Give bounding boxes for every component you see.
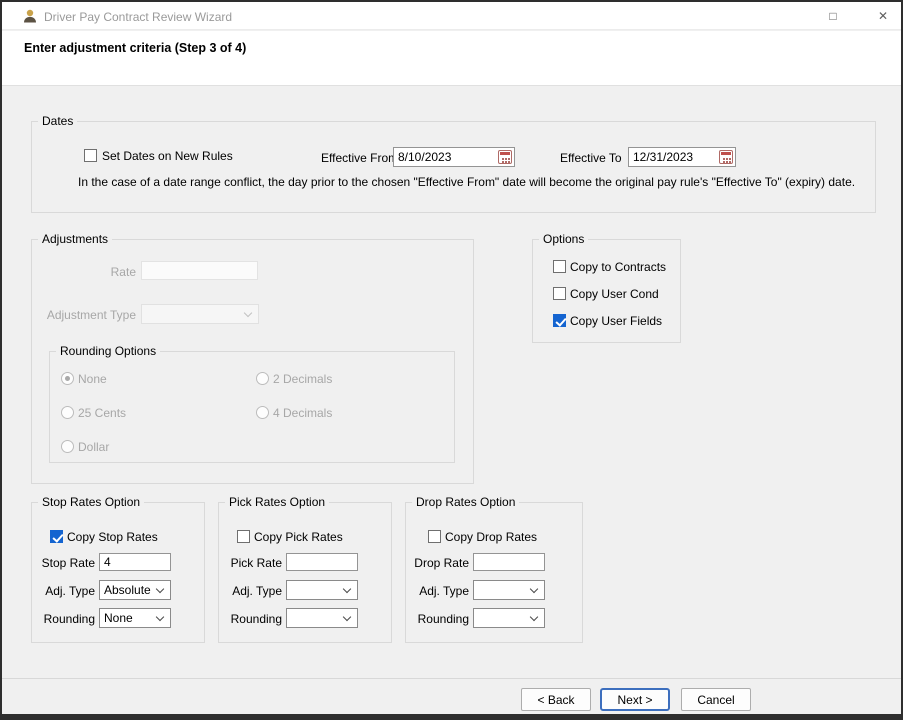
dates-legend: Dates (38, 114, 77, 128)
close-button[interactable]: ✕ (865, 2, 901, 30)
adjustments-group: Adjustments Rate Adjustment Type Roundin… (31, 239, 474, 484)
pick-rate-input[interactable] (286, 553, 358, 571)
effective-to-input[interactable]: 12/31/2023 (628, 147, 736, 167)
adjustments-legend: Adjustments (38, 232, 112, 246)
stop-rounding-value: None (104, 611, 133, 625)
next-button[interactable]: Next > (600, 688, 670, 711)
drop-rounding-label: Rounding (406, 612, 469, 626)
copy-to-contracts-checkbox[interactable] (553, 260, 566, 273)
drop-rounding-dropdown[interactable] (473, 608, 545, 628)
effective-to-label: Effective To (560, 151, 622, 165)
drop-adj-type-label: Adj. Type (406, 584, 469, 598)
set-dates-checkbox[interactable] (84, 149, 97, 162)
stop-adj-type-value: Absolute (104, 583, 151, 597)
stop-adj-type-dropdown[interactable]: Absolute (99, 580, 171, 600)
stop-rate-input[interactable]: 4 (99, 553, 171, 571)
drop-rate-label: Drop Rate (406, 556, 469, 570)
drop-rates-legend: Drop Rates Option (412, 495, 519, 509)
footer-separator (2, 678, 901, 679)
maximize-button[interactable]: □ (815, 2, 851, 30)
stop-rates-group: Stop Rates Option Copy Stop Rates Stop R… (31, 502, 205, 643)
header-band: Enter adjustment criteria (Step 3 of 4) (2, 31, 901, 86)
step-header: Enter adjustment criteria (Step 3 of 4) (24, 41, 246, 55)
copy-user-fields-checkbox[interactable] (553, 314, 566, 327)
rounding-radio-dollar[interactable] (61, 440, 74, 453)
rounding-radio-25-cents[interactable] (61, 406, 74, 419)
rounding-radio-25-cents-label[interactable]: 25 Cents (78, 406, 126, 420)
stop-rounding-label: Rounding (32, 612, 95, 626)
stop-adj-type-label: Adj. Type (32, 584, 95, 598)
drop-rates-group: Drop Rates Option Copy Drop Rates Drop R… (405, 502, 583, 643)
copy-user-cond-checkbox[interactable] (553, 287, 566, 300)
copy-drop-rates-checkbox[interactable] (428, 530, 441, 543)
rounding-radio-dollar-label[interactable]: Dollar (78, 440, 109, 454)
person-icon (22, 8, 38, 24)
copy-stop-rates-checkbox[interactable] (50, 530, 63, 543)
rate-input[interactable] (141, 261, 258, 280)
calendar-icon[interactable] (498, 150, 512, 164)
rounding-radio-none-label[interactable]: None (78, 372, 107, 386)
window-title: Driver Pay Contract Review Wizard (44, 10, 232, 24)
pick-adj-type-dropdown[interactable] (286, 580, 358, 600)
copy-user-cond-label[interactable]: Copy User Cond (570, 287, 659, 301)
copy-to-contracts-label[interactable]: Copy to Contracts (570, 260, 666, 274)
dates-group: Dates Set Dates on New Rules Effective F… (31, 121, 876, 213)
rounding-radio-none[interactable] (61, 372, 74, 385)
pick-rates-legend: Pick Rates Option (225, 495, 329, 509)
adjustment-type-label: Adjustment Type (32, 308, 136, 322)
wizard-window: Driver Pay Contract Review Wizard □ ✕ En… (0, 0, 903, 720)
back-button[interactable]: < Back (521, 688, 591, 711)
stop-rate-label: Stop Rate (32, 556, 95, 570)
date-conflict-note: In the case of a date range conflict, th… (78, 175, 855, 189)
titlebar[interactable]: Driver Pay Contract Review Wizard □ ✕ (2, 2, 901, 30)
rounding-radio-2-decimals-label[interactable]: 2 Decimals (273, 372, 332, 386)
pick-rates-group: Pick Rates Option Copy Pick Rates Pick R… (218, 502, 392, 643)
effective-from-label: Effective From (321, 151, 398, 165)
effective-from-value: 8/10/2023 (398, 150, 451, 164)
stop-rate-value: 4 (104, 555, 111, 569)
set-dates-label[interactable]: Set Dates on New Rules (102, 149, 233, 163)
rounding-radio-4-decimals[interactable] (256, 406, 269, 419)
options-group: Options Copy to Contracts Copy User Cond… (532, 239, 681, 343)
rounding-options-legend: Rounding Options (56, 344, 160, 358)
pick-rounding-dropdown[interactable] (286, 608, 358, 628)
copy-stop-rates-label[interactable]: Copy Stop Rates (67, 530, 158, 544)
copy-drop-rates-label[interactable]: Copy Drop Rates (445, 530, 537, 544)
rounding-radio-4-decimals-label[interactable]: 4 Decimals (273, 406, 332, 420)
copy-pick-rates-label[interactable]: Copy Pick Rates (254, 530, 343, 544)
copy-user-fields-label[interactable]: Copy User Fields (570, 314, 662, 328)
stop-rounding-dropdown[interactable]: None (99, 608, 171, 628)
stop-rates-legend: Stop Rates Option (38, 495, 144, 509)
copy-pick-rates-checkbox[interactable] (237, 530, 250, 543)
cancel-button[interactable]: Cancel (681, 688, 751, 711)
effective-to-value: 12/31/2023 (633, 150, 693, 164)
rounding-radio-2-decimals[interactable] (256, 372, 269, 385)
rounding-options-group: Rounding Options None 2 Decimals 25 Cent… (49, 351, 455, 463)
rate-label: Rate (32, 265, 136, 279)
effective-from-input[interactable]: 8/10/2023 (393, 147, 515, 167)
pick-rounding-label: Rounding (219, 612, 282, 626)
options-legend: Options (539, 232, 588, 246)
pick-adj-type-label: Adj. Type (219, 584, 282, 598)
adjustment-type-dropdown[interactable] (141, 304, 259, 324)
pick-rate-label: Pick Rate (219, 556, 282, 570)
drop-rate-input[interactable] (473, 553, 545, 571)
drop-adj-type-dropdown[interactable] (473, 580, 545, 600)
calendar-icon[interactable] (719, 150, 733, 164)
